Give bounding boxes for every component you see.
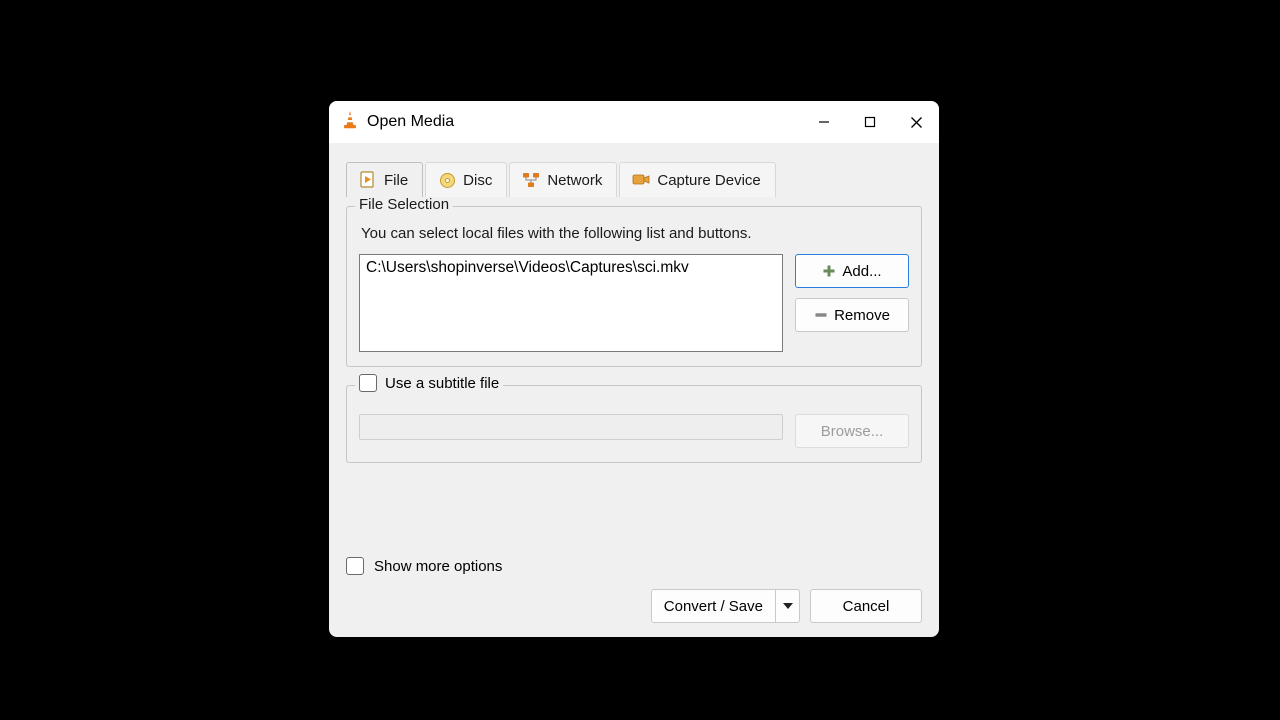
cancel-button[interactable]: Cancel: [810, 589, 922, 623]
subtitle-checkbox-label: Use a subtitle file: [385, 375, 499, 392]
cancel-button-label: Cancel: [843, 598, 890, 615]
convert-save-button[interactable]: Convert / Save: [651, 589, 800, 623]
window-title: Open Media: [367, 113, 454, 131]
subtitle-checkbox[interactable]: Use a subtitle file: [355, 374, 503, 392]
convert-save-label: Convert / Save: [652, 590, 775, 622]
remove-button[interactable]: Remove: [795, 298, 909, 332]
minus-icon: [814, 308, 828, 322]
close-button[interactable]: [893, 101, 939, 143]
file-selection-label: File Selection: [355, 196, 453, 213]
file-list-item[interactable]: C:\Users\shopinverse\Videos\Captures\sci…: [366, 259, 776, 277]
remove-button-label: Remove: [834, 307, 890, 324]
maximize-button[interactable]: [847, 101, 893, 143]
checkbox-box[interactable]: [346, 557, 364, 575]
tabs: File Disc: [346, 162, 922, 197]
capture-device-icon: [632, 171, 650, 189]
disc-icon: [438, 171, 456, 189]
browse-button-label: Browse...: [821, 423, 884, 440]
file-list[interactable]: C:\Users\shopinverse\Videos\Captures\sci…: [359, 254, 783, 352]
tab-disc-label: Disc: [463, 172, 492, 189]
plus-icon: [822, 264, 836, 278]
chevron-down-icon: [783, 603, 793, 609]
show-more-options-label: Show more options: [374, 558, 502, 575]
add-button-label: Add...: [842, 263, 881, 280]
network-icon: [522, 171, 540, 189]
browse-button: Browse...: [795, 414, 909, 448]
show-more-options-checkbox[interactable]: Show more options: [346, 557, 922, 575]
checkbox-box[interactable]: [359, 374, 377, 392]
add-button[interactable]: Add...: [795, 254, 909, 288]
tab-capture-device[interactable]: Capture Device: [619, 162, 775, 197]
tab-file[interactable]: File: [346, 162, 423, 197]
titlebar: Open Media: [329, 101, 939, 143]
vlc-cone-icon: [341, 110, 359, 134]
tab-network-label: Network: [547, 172, 602, 189]
tab-file-label: File: [384, 172, 408, 189]
tab-network[interactable]: Network: [509, 162, 617, 197]
file-icon: [359, 171, 377, 189]
convert-save-dropdown[interactable]: [775, 590, 799, 622]
open-media-dialog: Open Media File: [329, 101, 939, 637]
minimize-button[interactable]: [801, 101, 847, 143]
file-selection-hint: You can select local files with the foll…: [361, 225, 909, 242]
tab-capture-device-label: Capture Device: [657, 172, 760, 189]
subtitle-group: Use a subtitle file Browse...: [346, 385, 922, 463]
tab-disc[interactable]: Disc: [425, 162, 507, 197]
subtitle-path-input: [359, 414, 783, 440]
file-selection-group: File Selection You can select local file…: [346, 206, 922, 367]
